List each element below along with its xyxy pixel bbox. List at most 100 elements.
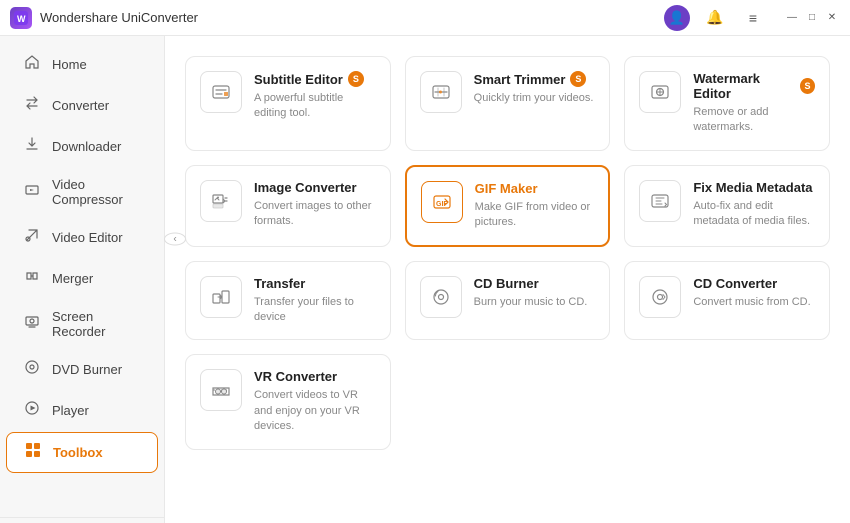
converter-icon xyxy=(22,95,42,116)
sidebar-item-toolbox[interactable]: Toolbox xyxy=(6,432,158,473)
notification-icon[interactable]: 🔔 xyxy=(702,5,728,31)
maximize-button[interactable]: □ xyxy=(804,10,820,26)
video-compressor-icon xyxy=(22,182,42,203)
titlebar: W Wondershare UniConverter 👤 🔔 ≡ — □ ✕ xyxy=(0,0,850,36)
sidebar-label-toolbox: Toolbox xyxy=(53,445,103,460)
gif-maker-text: GIF Maker Make GIF from video or picture… xyxy=(475,181,595,231)
tool-card-smart-trimmer[interactable]: Smart Trimmer S Quickly trim your videos… xyxy=(405,56,611,151)
toolbox-icon xyxy=(23,442,43,463)
tool-card-transfer[interactable]: Transfer Transfer your files to device xyxy=(185,261,391,341)
subtitle-editor-text: Subtitle Editor S A powerful subtitle ed… xyxy=(254,71,376,122)
sidebar-label-video-editor: Video Editor xyxy=(52,230,123,245)
subtitle-editor-badge: S xyxy=(348,71,364,87)
sidebar-item-video-compressor[interactable]: Video Compressor xyxy=(6,168,158,216)
fix-media-metadata-text: Fix Media Metadata Auto-fix and edit met… xyxy=(693,180,815,230)
player-icon xyxy=(22,400,42,421)
titlebar-actions: 👤 🔔 ≡ — □ ✕ xyxy=(664,5,840,31)
vr-converter-title: VR Converter xyxy=(254,369,337,384)
tool-card-subtitle-editor[interactable]: Subtitle Editor S A powerful subtitle ed… xyxy=(185,56,391,151)
sidebar-item-merger[interactable]: Merger xyxy=(6,259,158,298)
image-converter-desc: Convert images to other formats. xyxy=(254,199,376,230)
video-editor-icon xyxy=(22,227,42,248)
transfer-text: Transfer Transfer your files to device xyxy=(254,276,376,326)
cd-burner-title: CD Burner xyxy=(474,276,539,291)
watermark-editor-desc: Remove or add watermarks. xyxy=(693,105,815,136)
cd-burner-icon-box xyxy=(420,276,462,318)
sidebar-label-screen-recorder: Screen Recorder xyxy=(52,309,142,339)
sidebar-label-downloader: Downloader xyxy=(52,139,121,154)
watermark-editor-title: Watermark Editor xyxy=(693,71,795,101)
tool-card-cd-burner[interactable]: CD Burner Burn your music to CD. xyxy=(405,261,611,341)
minimize-button[interactable]: — xyxy=(784,10,800,26)
cd-converter-text: CD Converter Convert music from CD. xyxy=(693,276,815,310)
smart-trimmer-text: Smart Trimmer S Quickly trim your videos… xyxy=(474,71,596,106)
transfer-icon-box xyxy=(200,276,242,318)
transfer-title: Transfer xyxy=(254,276,305,291)
vr-converter-text: VR Converter Convert videos to VR and en… xyxy=(254,369,376,434)
screen-recorder-icon xyxy=(22,314,42,335)
vr-converter-desc: Convert videos to VR and enjoy on your V… xyxy=(254,388,376,434)
tool-card-fix-media-metadata[interactable]: Fix Media Metadata Auto-fix and edit met… xyxy=(624,165,830,247)
sidebar-item-player[interactable]: Player xyxy=(6,391,158,430)
home-icon xyxy=(22,54,42,75)
gif-maker-desc: Make GIF from video or pictures. xyxy=(475,200,595,231)
watermark-editor-icon-box xyxy=(639,71,681,113)
smart-trimmer-title: Smart Trimmer xyxy=(474,72,566,87)
subtitle-editor-title: Subtitle Editor xyxy=(254,72,343,87)
sidebar-label-merger: Merger xyxy=(52,271,93,286)
subtitle-editor-desc: A powerful subtitle editing tool. xyxy=(254,91,376,122)
fix-media-metadata-icon-box xyxy=(639,180,681,222)
sidebar-item-downloader[interactable]: Downloader xyxy=(6,127,158,166)
smart-trimmer-icon-box xyxy=(420,71,462,113)
sidebar-collapse-button[interactable]: ‹ xyxy=(164,232,186,245)
cd-converter-desc: Convert music from CD. xyxy=(693,295,815,310)
sidebar: Home Converter Downloader Video Compress… xyxy=(0,36,165,523)
image-converter-icon-box xyxy=(200,180,242,222)
gif-maker-title: GIF Maker xyxy=(475,181,538,196)
smart-trimmer-badge: S xyxy=(570,71,586,87)
watermark-editor-badge: S xyxy=(800,78,815,94)
window-controls: — □ ✕ xyxy=(784,10,840,26)
watermark-editor-text: Watermark Editor S Remove or add waterma… xyxy=(693,71,815,136)
tool-card-vr-converter[interactable]: VR Converter Convert videos to VR and en… xyxy=(185,354,391,449)
toolbox-grid: Subtitle Editor S A powerful subtitle ed… xyxy=(185,56,830,450)
sidebar-label-home: Home xyxy=(52,57,87,72)
svg-text:GIF: GIF xyxy=(436,201,448,208)
sidebar-item-screen-recorder[interactable]: Screen Recorder xyxy=(6,300,158,348)
image-converter-text: Image Converter Convert images to other … xyxy=(254,180,376,230)
fix-media-metadata-desc: Auto-fix and edit metadata of media file… xyxy=(693,199,815,230)
transfer-desc: Transfer your files to device xyxy=(254,295,376,326)
svg-text:W: W xyxy=(17,14,26,24)
cd-converter-title: CD Converter xyxy=(693,276,777,291)
subtitle-editor-icon-box xyxy=(200,71,242,113)
menu-icon[interactable]: ≡ xyxy=(740,5,766,31)
user-icon[interactable]: 👤 xyxy=(664,5,690,31)
cd-burner-desc: Burn your music to CD. xyxy=(474,295,596,310)
app-title: Wondershare UniConverter xyxy=(40,10,664,25)
sidebar-label-player: Player xyxy=(52,403,89,418)
sidebar-item-converter[interactable]: Converter xyxy=(6,86,158,125)
cd-burner-text: CD Burner Burn your music to CD. xyxy=(474,276,596,310)
merger-icon xyxy=(22,268,42,289)
fix-media-metadata-title: Fix Media Metadata xyxy=(693,180,812,195)
content-area: Subtitle Editor S A powerful subtitle ed… xyxy=(165,36,850,523)
sidebar-label-video-compressor: Video Compressor xyxy=(52,177,142,207)
sidebar-item-home[interactable]: Home xyxy=(6,45,158,84)
tool-card-watermark-editor[interactable]: Watermark Editor S Remove or add waterma… xyxy=(624,56,830,151)
sidebar-label-converter: Converter xyxy=(52,98,109,113)
dvd-burner-icon xyxy=(22,359,42,380)
tool-card-image-converter[interactable]: Image Converter Convert images to other … xyxy=(185,165,391,247)
app-logo: W xyxy=(10,7,32,29)
main-layout: Home Converter Downloader Video Compress… xyxy=(0,36,850,523)
sidebar-footer: ? 🔔 ☺ xyxy=(0,517,164,523)
tool-card-cd-converter[interactable]: CD Converter Convert music from CD. xyxy=(624,261,830,341)
gif-maker-icon-box: GIF xyxy=(421,181,463,223)
close-button[interactable]: ✕ xyxy=(824,10,840,26)
vr-converter-icon-box xyxy=(200,369,242,411)
tool-card-gif-maker[interactable]: GIF GIF Maker Make GIF from video or pic… xyxy=(405,165,611,247)
downloader-icon xyxy=(22,136,42,157)
sidebar-item-video-editor[interactable]: Video Editor xyxy=(6,218,158,257)
sidebar-label-dvd-burner: DVD Burner xyxy=(52,362,122,377)
cd-converter-icon-box xyxy=(639,276,681,318)
sidebar-item-dvd-burner[interactable]: DVD Burner xyxy=(6,350,158,389)
